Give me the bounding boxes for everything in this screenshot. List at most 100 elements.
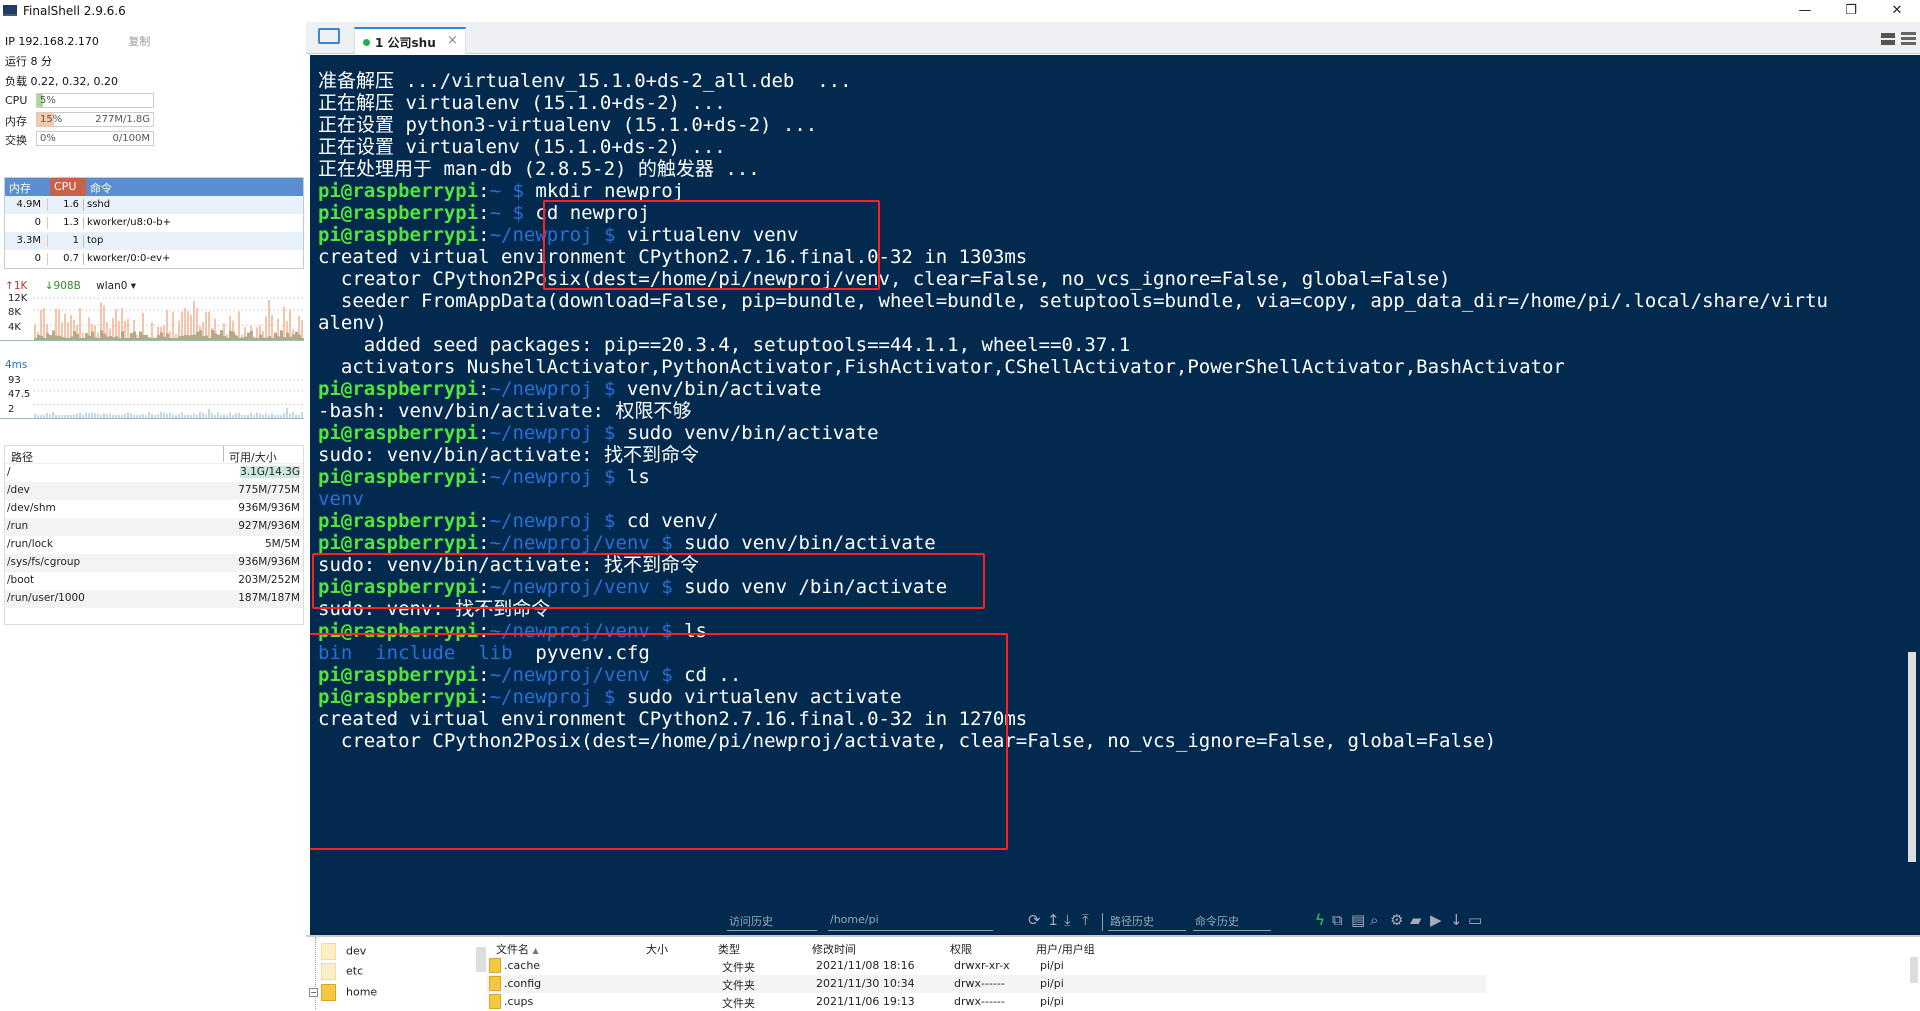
column-available[interactable]: 可用/大小: [229, 449, 277, 465]
memory-meter: 内存 15% 277M/1.8G: [5, 112, 305, 128]
folder-icon: [321, 984, 336, 1001]
command-history-dropdown[interactable]: 命令历史: [1193, 913, 1271, 931]
tab-session[interactable]: 1 公司shu ×: [354, 27, 466, 54]
disk-row[interactable]: /run 927M/936M: [5, 518, 303, 536]
prompt-user: pi@raspberrypi: [318, 224, 479, 246]
column-mtime[interactable]: 修改时间: [812, 941, 856, 957]
swap-percent: 0%: [40, 133, 56, 144]
search-icon[interactable]: ⌕: [1370, 911, 1378, 929]
tree-item[interactable]: etc: [321, 963, 363, 980]
folder-open-icon[interactable]: ▰: [1410, 911, 1422, 929]
chart-bar: [250, 330, 253, 340]
column-filename[interactable]: 文件名 ▲: [496, 941, 539, 957]
play-icon[interactable]: ▶: [1430, 911, 1442, 929]
close-button[interactable]: ✕: [1874, 0, 1920, 22]
output-text: 准备解压 .../virtualenv_15.1.0+ds-2_all.deb …: [318, 70, 852, 92]
path-history-dropdown[interactable]: 路径历史: [1108, 913, 1186, 931]
output-text: 正在解压 virtualenv (15.1.0+ds-2) ...: [318, 92, 726, 114]
disk-row[interactable]: /run/user/1000 187M/187M: [5, 590, 303, 608]
window-icon[interactable]: ▭: [1468, 911, 1482, 929]
current-path-field[interactable]: /home/pi: [828, 913, 993, 931]
memory-bar: 15% 277M/1.8G: [36, 112, 154, 127]
interface-select[interactable]: wlan0 ▾: [96, 280, 136, 292]
process-cpu: 1: [72, 235, 79, 246]
cpu-meter: CPU 5%: [5, 93, 305, 108]
list-view-icon[interactable]: [1901, 32, 1916, 46]
process-table-header: 内存 CPU 命令: [5, 178, 303, 196]
net-tick-4k: 4K: [8, 322, 21, 333]
chart-bar: [229, 330, 232, 340]
restore-button[interactable]: ❐: [1828, 0, 1874, 22]
chart-bar: [274, 332, 277, 340]
prompt-colon: :: [478, 224, 490, 246]
collapse-icon[interactable]: −: [309, 988, 318, 997]
paste-icon[interactable]: ▤: [1351, 911, 1365, 929]
column-path[interactable]: 路径: [11, 449, 33, 465]
chart-bar: [46, 333, 49, 340]
column-type[interactable]: 类型: [718, 941, 740, 957]
arrow-down-icon[interactable]: ↓: [1450, 911, 1463, 929]
process-row[interactable]: 4.9M 1.6 sshd: [5, 196, 303, 214]
tab-close-icon[interactable]: ×: [447, 33, 458, 48]
file-list-scrollbar[interactable]: [1910, 957, 1918, 983]
copy-ip-button[interactable]: 复制: [128, 35, 150, 48]
terminal[interactable]: 准备解压 .../virtualenv_15.1.0+ds-2_all.deb …: [310, 55, 1920, 905]
file-row[interactable]: .cups 文件夹 2021/11/06 19:13 drwx------ pi…: [486, 993, 1486, 1011]
minimize-button[interactable]: —: [1782, 0, 1828, 22]
file-row[interactable]: .config 文件夹 2021/11/30 10:34 drwx------ …: [486, 975, 1486, 993]
column-owner[interactable]: 用户/用户组: [1036, 941, 1095, 957]
process-mem: 3.3M: [16, 235, 41, 246]
output-text: creator CPython2Posix(dest=/home/pi/newp…: [318, 268, 1451, 290]
disk-path: /dev/shm: [7, 502, 56, 514]
process-command: sshd: [87, 199, 111, 210]
upload-icon[interactable]: ⤒: [1082, 911, 1089, 929]
chart-bar: [115, 309, 117, 340]
tree-scrollbar[interactable]: [476, 947, 486, 972]
disk-row[interactable]: / 3.1G/14.3G: [5, 464, 303, 482]
swap-bar: 0% 0/100M: [36, 131, 154, 146]
chart-bar: [139, 331, 142, 340]
chart-bar: [151, 322, 153, 340]
net-tick-8k: 8K: [8, 307, 21, 318]
grid-view-icon[interactable]: [1881, 33, 1895, 45]
disk-table: 路径 可用/大小 / 3.1G/14.3G/dev 775M/775M/dev/…: [4, 445, 304, 625]
refresh-icon[interactable]: ⟳: [1028, 911, 1041, 929]
chart-bar: [124, 321, 126, 340]
process-row[interactable]: 0 1.3 kworker/u8:0-b+: [5, 214, 303, 232]
cell-divider: [47, 235, 48, 247]
column-command[interactable]: 命令: [90, 180, 112, 196]
terminal-scrollbar[interactable]: [1908, 652, 1916, 862]
memory-label: 内存: [5, 115, 27, 128]
prompt-user: pi@raspberrypi: [318, 180, 479, 202]
folder-icon[interactable]: [318, 28, 340, 44]
disk-row[interactable]: /run/lock 5M/5M: [5, 536, 303, 554]
tree-item[interactable]: dev: [321, 943, 366, 960]
disk-row[interactable]: /dev/shm 936M/936M: [5, 500, 303, 518]
column-divider[interactable]: [223, 446, 224, 462]
column-cpu[interactable]: CPU: [50, 178, 86, 196]
tree-item[interactable]: − home: [309, 984, 377, 1001]
chart-bar: [43, 308, 45, 340]
download-icon[interactable]: ⤓: [1064, 911, 1071, 929]
file-row[interactable]: .cache 文件夹 2021/11/08 18:16 drwxr-xr-x p…: [486, 957, 1486, 975]
column-mem[interactable]: 内存: [9, 180, 31, 196]
lightning-icon[interactable]: ϟ: [1315, 911, 1325, 929]
file-list: 文件名 ▲ 大小 类型 修改时间 权限 用户/用户组 .cache 文件夹 20…: [486, 937, 1906, 1011]
column-size[interactable]: 大小: [646, 941, 668, 957]
prompt-path: ~/newproj: [489, 422, 593, 444]
net-baseline: [0, 340, 304, 341]
process-cpu: 1.6: [63, 199, 79, 210]
disk-row[interactable]: /sys/fs/cgroup 936M/936M: [5, 554, 303, 572]
copy-icon[interactable]: ⧉: [1332, 911, 1343, 929]
process-row[interactable]: 0 0.7 kworker/0:0-ev+: [5, 250, 303, 268]
folder-icon: [489, 976, 501, 991]
chart-bar: [220, 330, 223, 340]
column-permissions[interactable]: 权限: [950, 941, 972, 957]
disk-row[interactable]: /boot 203M/252M: [5, 572, 303, 590]
gear-icon[interactable]: ⚙: [1390, 911, 1403, 929]
process-row[interactable]: 3.3M 1 top: [5, 232, 303, 250]
up-icon[interactable]: ↥: [1047, 911, 1060, 929]
disk-row[interactable]: /dev 775M/775M: [5, 482, 303, 500]
visit-history-dropdown[interactable]: 访问历史: [727, 913, 817, 931]
chart-bar: [55, 308, 57, 340]
